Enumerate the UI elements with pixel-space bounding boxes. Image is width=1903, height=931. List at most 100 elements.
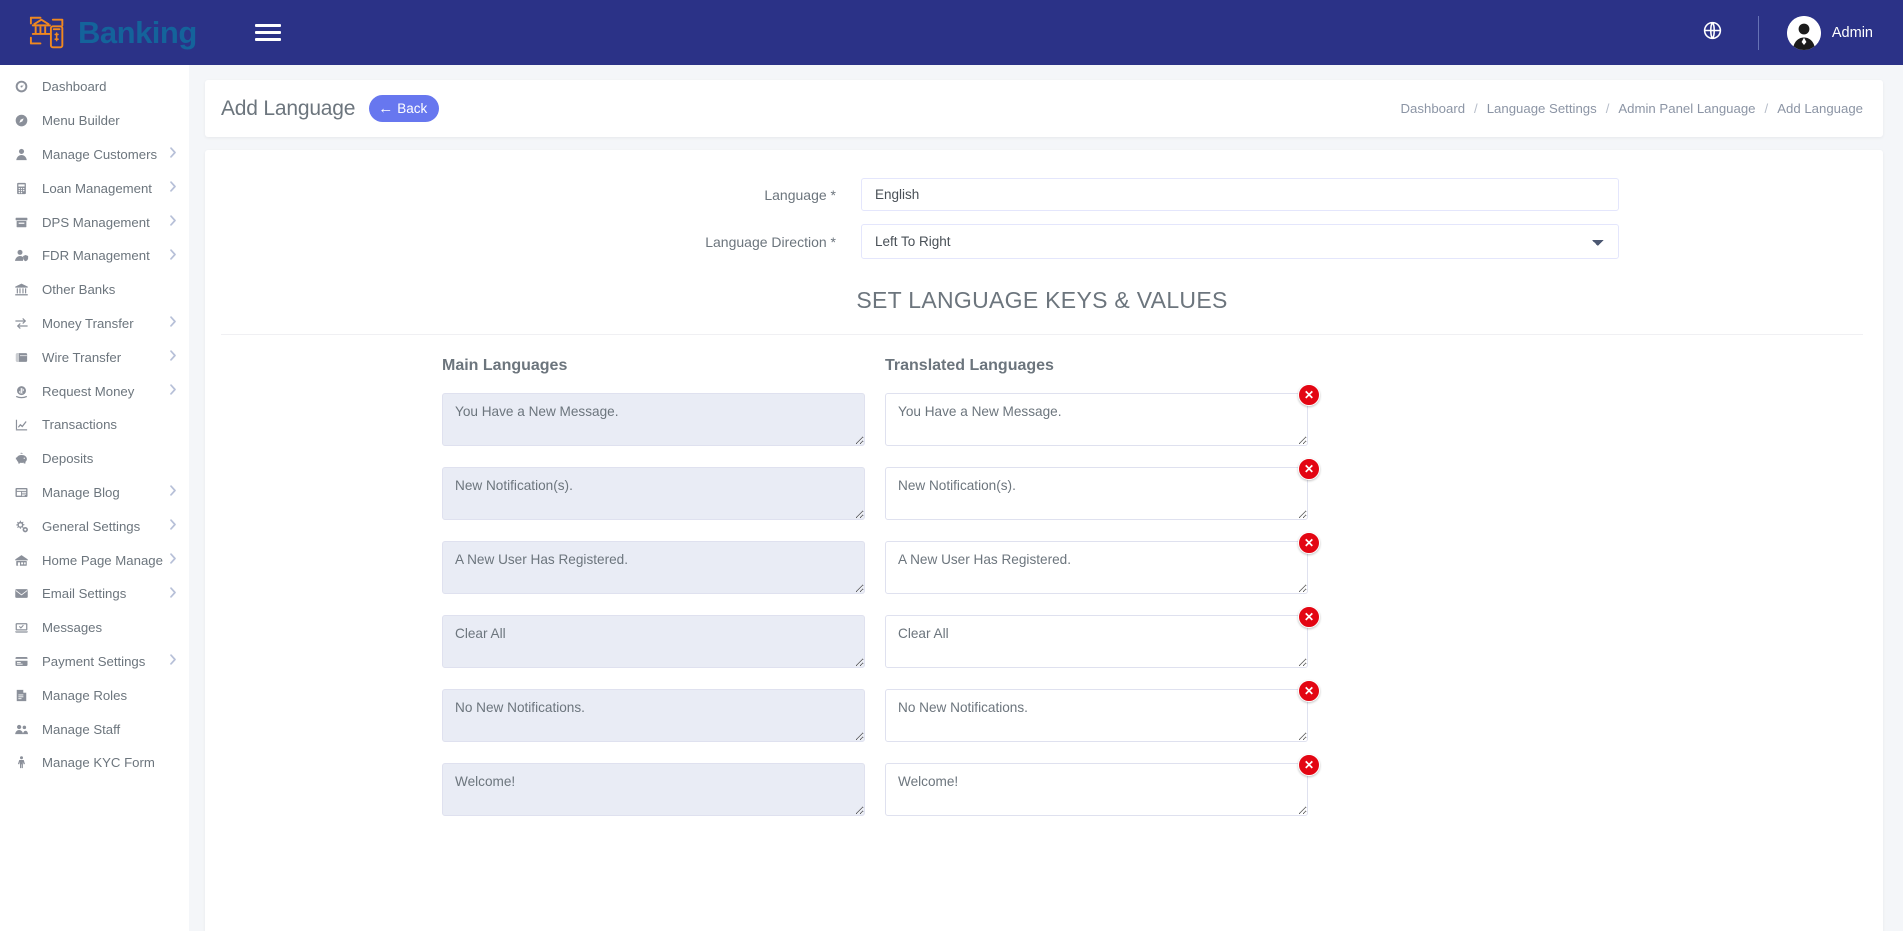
page-title: Add Language (221, 97, 355, 121)
translated-language-cell: ✕ (885, 689, 1308, 747)
sidebar-item-deposits[interactable]: Deposits (0, 442, 189, 476)
gears-icon (14, 519, 34, 534)
sidebar-item-request-money[interactable]: Request Money (0, 374, 189, 408)
back-button[interactable]: ← Back (369, 95, 439, 122)
language-input[interactable] (861, 178, 1619, 211)
chevron-right-icon (169, 249, 177, 263)
language-switcher-button[interactable] (1696, 16, 1730, 50)
sidebar-item-payment-settings[interactable]: Payment Settings (0, 645, 189, 679)
translated-language-textarea[interactable] (885, 393, 1308, 446)
piggy-bank-icon (14, 451, 34, 466)
sidebar-item-label: Payment Settings (42, 654, 169, 669)
chart-line-icon (14, 417, 34, 432)
breadcrumb-item-admin-panel-language[interactable]: Admin Panel Language (1618, 101, 1755, 116)
sidebar-item-menu-builder[interactable]: Menu Builder (0, 104, 189, 138)
sidebar-item-messages[interactable]: Messages (0, 611, 189, 645)
sidebar-item-manage-kyc-form[interactable]: Manage KYC Form (0, 746, 189, 780)
sidebar-item-other-banks[interactable]: Other Banks (0, 273, 189, 307)
chevron-right-icon (169, 519, 177, 533)
main-language-textarea[interactable] (442, 541, 865, 594)
chevron-right-icon (169, 384, 177, 398)
delete-language-key-button[interactable]: ✕ (1298, 754, 1320, 776)
sidebar-toggle-button[interactable] (255, 20, 281, 46)
sidebar-item-label: Transactions (42, 417, 177, 432)
sidebar-item-manage-blog[interactable]: Manage Blog (0, 476, 189, 510)
translated-language-textarea[interactable] (885, 689, 1308, 742)
navbar-divider (1758, 16, 1759, 50)
blog-icon (14, 485, 34, 500)
sidebar-item-label: FDR Management (42, 248, 169, 263)
translated-language-textarea[interactable] (885, 467, 1308, 520)
main-language-textarea[interactable] (442, 615, 865, 668)
main-language-textarea[interactable] (442, 763, 865, 816)
sidebar-item-transactions[interactable]: Transactions (0, 408, 189, 442)
breadcrumb-separator: / (1765, 101, 1769, 116)
translated-language-textarea[interactable] (885, 763, 1308, 816)
delete-language-key-button[interactable]: ✕ (1298, 384, 1320, 406)
globe-icon (1702, 20, 1723, 46)
navbar-right-group: Admin (1696, 0, 1903, 65)
sidebar-item-home-page-manage[interactable]: Home Page Manage (0, 543, 189, 577)
circle-x-icon: ✕ (1304, 389, 1314, 401)
language-direction-select[interactable]: Left To RightRight To Left (861, 224, 1619, 259)
sidebar-item-wire-transfer[interactable]: Wire Transfer (0, 340, 189, 374)
roles-icon (14, 688, 34, 703)
sidebar-item-label: Money Transfer (42, 316, 169, 331)
delete-language-key-button[interactable]: ✕ (1298, 680, 1320, 702)
translated-language-textarea[interactable] (885, 541, 1308, 594)
translated-language-cell: ✕ (885, 393, 1308, 451)
envelope-icon (14, 586, 34, 601)
sidebar-item-label: Dashboard (42, 79, 177, 94)
language-key-row: ✕ (442, 763, 1883, 821)
breadcrumb-item-language-settings[interactable]: Language Settings (1487, 101, 1597, 116)
hamburger-icon-bar (255, 31, 281, 34)
chevron-right-icon (169, 316, 177, 330)
main-language-cell (442, 467, 865, 525)
sidebar-item-money-transfer[interactable]: Money Transfer (0, 307, 189, 341)
user-menu[interactable]: Admin (1787, 16, 1873, 50)
user-icon (14, 147, 34, 162)
sidebar-item-label: Manage Customers (42, 147, 169, 162)
users-icon (14, 722, 34, 737)
main-language-cell (442, 689, 865, 747)
sidebar-item-loan-management[interactable]: Loan Management (0, 171, 189, 205)
brand-logo[interactable]: Banking (0, 0, 230, 65)
sidebar-item-dps-management[interactable]: DPS Management (0, 205, 189, 239)
sidebar-item-manage-staff[interactable]: Manage Staff (0, 712, 189, 746)
main-language-textarea[interactable] (442, 393, 865, 446)
breadcrumb-item-dashboard[interactable]: Dashboard (1401, 101, 1466, 116)
exchange-icon (14, 316, 34, 331)
delete-language-key-button[interactable]: ✕ (1298, 458, 1320, 480)
back-button-label: Back (397, 101, 427, 116)
compass-icon (14, 113, 34, 128)
chevron-right-icon (169, 350, 177, 364)
translated-language-cell: ✕ (885, 763, 1308, 821)
main-language-cell (442, 763, 865, 821)
sidebar-item-manage-roles[interactable]: Manage Roles (0, 678, 189, 712)
sidebar-item-label: General Settings (42, 519, 169, 534)
language-key-rows: ✕✕✕✕✕✕ (205, 393, 1883, 821)
sidebar-item-general-settings[interactable]: General Settings (0, 509, 189, 543)
sidebar-item-label: Messages (42, 620, 177, 635)
main-language-textarea[interactable] (442, 689, 865, 742)
main-language-textarea[interactable] (442, 467, 865, 520)
sidebar-item-email-settings[interactable]: Email Settings (0, 577, 189, 611)
page-header-card: Add Language ← Back Dashboard / Language S… (205, 80, 1883, 137)
translated-language-textarea[interactable] (885, 615, 1308, 668)
sidebar-item-manage-customers[interactable]: Manage Customers (0, 138, 189, 172)
delete-language-key-button[interactable]: ✕ (1298, 532, 1320, 554)
sidebar-item-dashboard[interactable]: Dashboard (0, 70, 189, 104)
archive-icon (14, 215, 34, 230)
sidebar-item-fdr-management[interactable]: FDR Management (0, 239, 189, 273)
chevron-right-icon (169, 147, 177, 161)
language-direction-row: Language Direction * Left To RightRight … (205, 224, 1883, 259)
sidebar-item-label: Manage KYC Form (42, 755, 177, 770)
delete-language-key-button[interactable]: ✕ (1298, 606, 1320, 628)
arrow-left-icon: ← (378, 101, 393, 116)
chevron-right-icon (169, 181, 177, 195)
language-label: Language * (205, 187, 861, 203)
main-language-cell (442, 541, 865, 599)
language-key-row: ✕ (442, 393, 1883, 451)
user-shield-icon (14, 248, 34, 263)
main-content: Add Language ← Back Dashboard / Language S… (189, 65, 1903, 931)
